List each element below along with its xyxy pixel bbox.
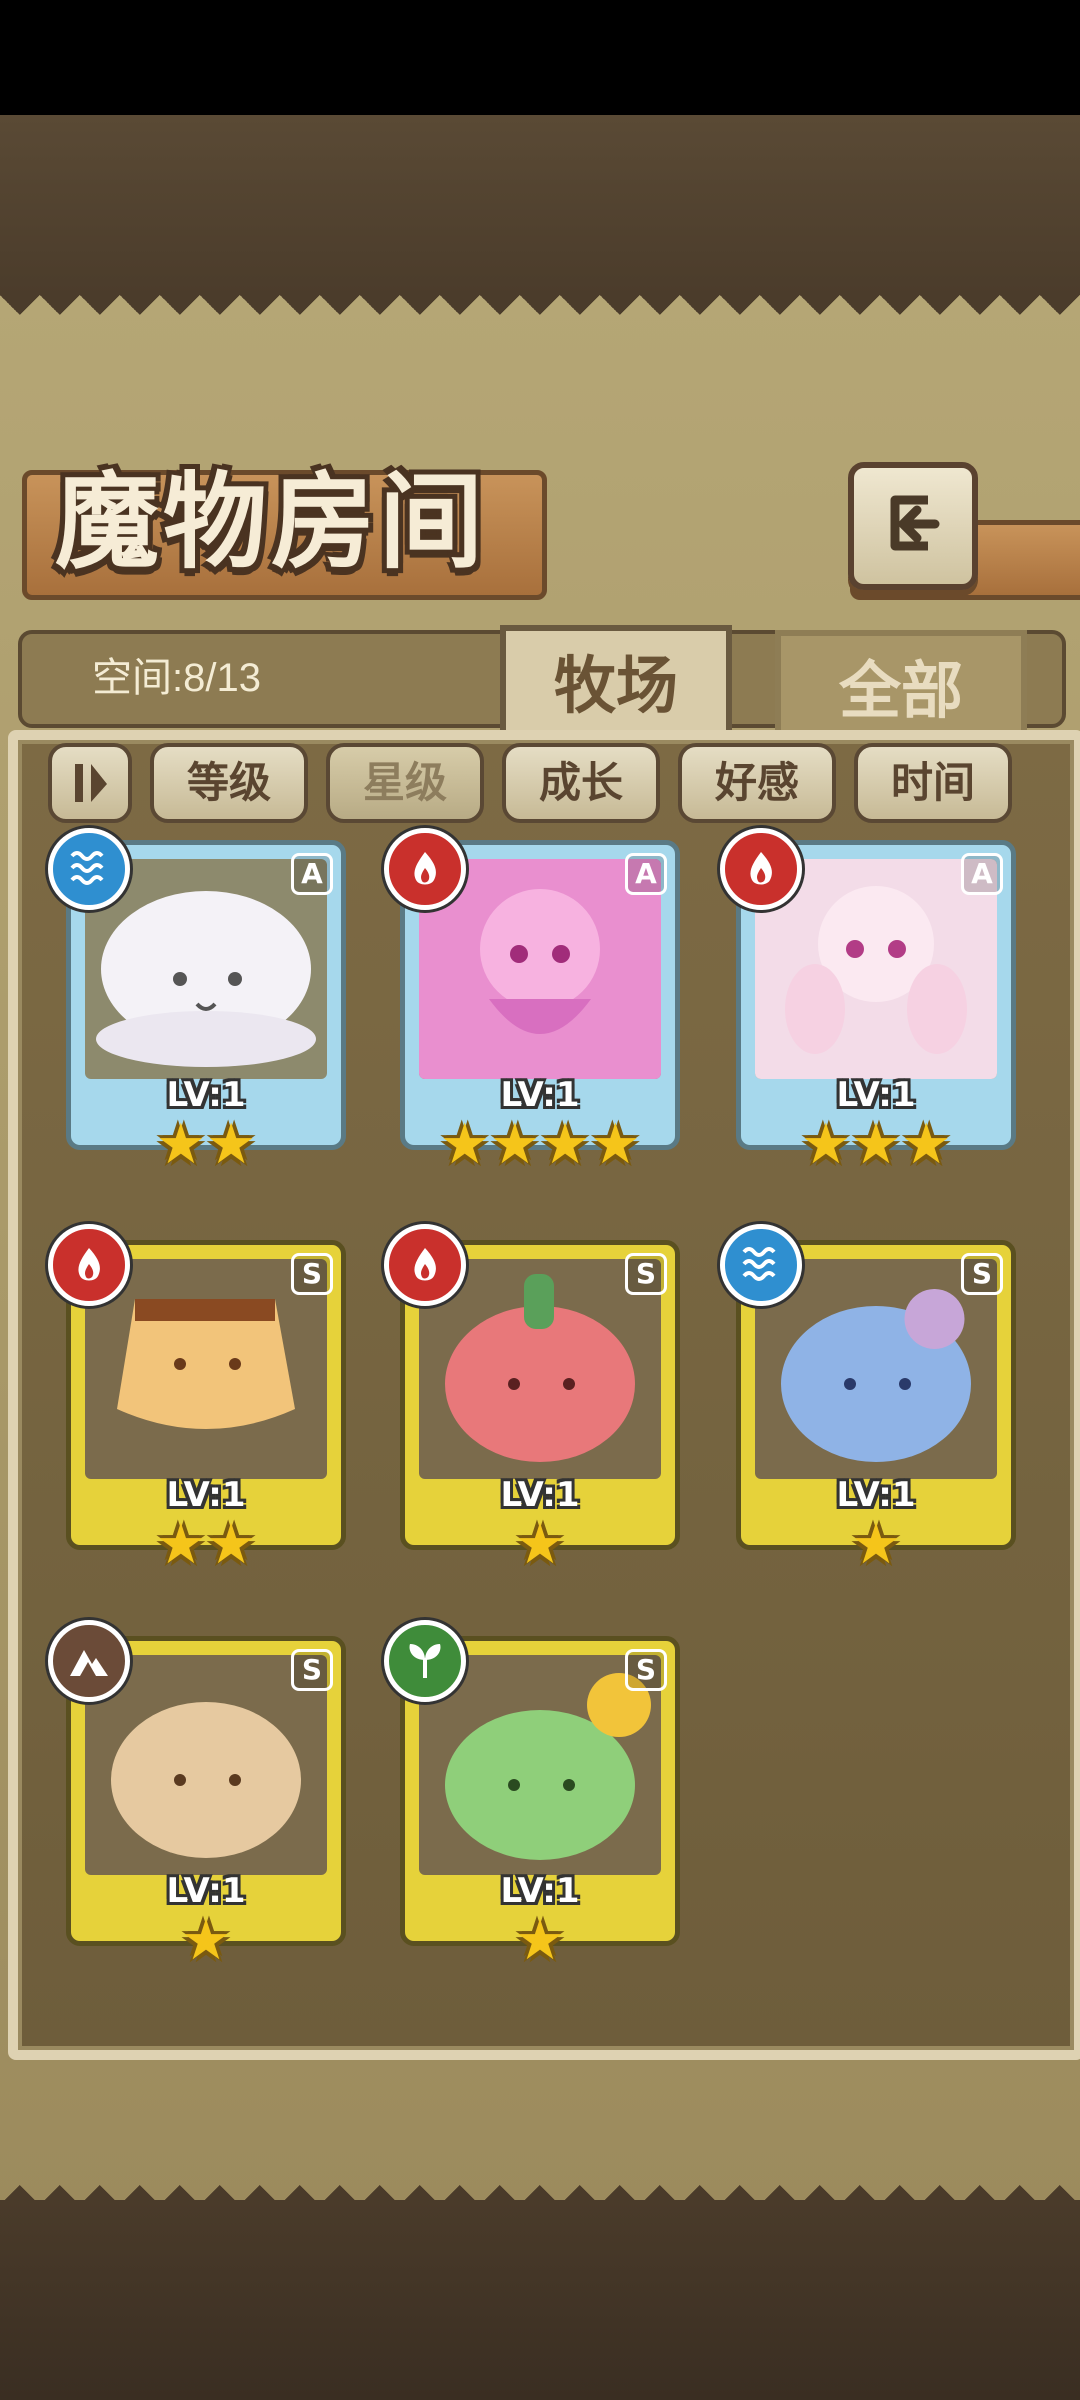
- sort-star-button[interactable]: 星级: [326, 743, 484, 823]
- monster-portrait: [85, 1259, 327, 1479]
- water-element-icon: [48, 828, 130, 910]
- star-rating: ★★: [155, 1112, 257, 1177]
- tab-ranch[interactable]: 牧场: [500, 625, 732, 741]
- sort-affection-button[interactable]: 好感: [678, 743, 836, 823]
- map-background-bottom: [0, 2200, 1080, 2400]
- level-label: LV:1: [836, 1475, 916, 1515]
- monster-portrait: [85, 1655, 327, 1875]
- tab-all[interactable]: 全部: [775, 630, 1027, 746]
- fire-element-icon: [384, 1224, 466, 1306]
- panel-zigzag-top: [0, 295, 1080, 335]
- star-rating: ★: [850, 1512, 902, 1577]
- sort-growth-button[interactable]: 成长: [502, 743, 660, 823]
- sort-level-button[interactable]: 等级: [150, 743, 308, 823]
- star-rating: ★: [514, 1908, 566, 1973]
- level-label: LV:1: [166, 1475, 246, 1515]
- status-bar: [0, 0, 1080, 115]
- level-label: LV:1: [836, 1075, 916, 1115]
- rank-badge: S: [961, 1253, 1003, 1295]
- star-rating: ★★: [155, 1512, 257, 1577]
- star-rating: ★: [514, 1512, 566, 1577]
- rank-badge: A: [625, 853, 667, 895]
- level-label: LV:1: [500, 1475, 580, 1515]
- rank-badge: A: [961, 853, 1003, 895]
- page-title: 魔物房间: [55, 460, 488, 583]
- level-label: LV:1: [166, 1871, 246, 1911]
- sort-order-icon: [75, 764, 107, 802]
- sort-time-button[interactable]: 时间: [854, 743, 1012, 823]
- rank-badge: S: [625, 1253, 667, 1295]
- level-label: LV:1: [500, 1871, 580, 1911]
- level-label: LV:1: [500, 1075, 580, 1115]
- sort-order-toggle[interactable]: [48, 743, 132, 823]
- space-counter: 空间:8/13: [92, 656, 261, 700]
- back-arrow-icon: [890, 495, 940, 551]
- rank-badge: A: [291, 853, 333, 895]
- water-element-icon: [720, 1224, 802, 1306]
- earth-element-icon: [48, 1620, 130, 1702]
- back-button[interactable]: [848, 462, 978, 590]
- level-label: LV:1: [166, 1075, 246, 1115]
- star-rating: ★★★: [800, 1112, 952, 1177]
- star-rating: ★★★★: [439, 1112, 641, 1177]
- rank-badge: S: [291, 1253, 333, 1295]
- rank-badge: S: [625, 1649, 667, 1691]
- rank-badge: S: [291, 1649, 333, 1691]
- panel-zigzag-bottom: [0, 2165, 1080, 2205]
- map-background-top: [0, 115, 1080, 295]
- fire-element-icon: [384, 828, 466, 910]
- star-rating: ★: [180, 1908, 232, 1973]
- wood-element-icon: [384, 1620, 466, 1702]
- fire-element-icon: [48, 1224, 130, 1306]
- fire-element-icon: [720, 828, 802, 910]
